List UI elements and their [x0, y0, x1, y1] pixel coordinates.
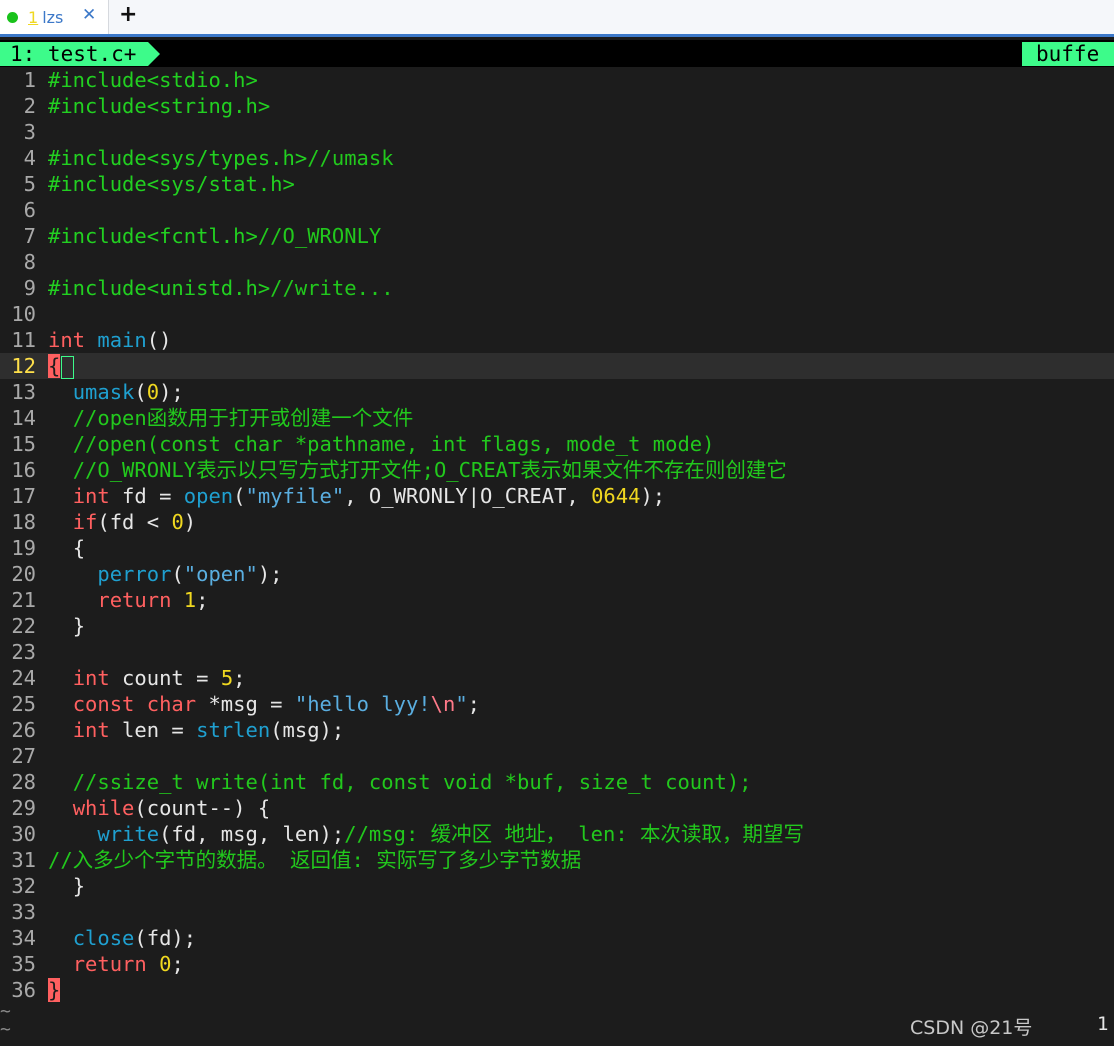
- code-line: 28 //ssize_t write(int fd, const void *b…: [0, 769, 1114, 795]
- line-number: 12: [11, 354, 36, 378]
- vim-tab-test-c[interactable]: 1: test.c+: [0, 42, 161, 66]
- code-line: 27: [0, 743, 1114, 769]
- code-line: 18 if(fd < 0): [0, 509, 1114, 535]
- line-number: 32: [11, 874, 36, 898]
- code-line: 14 //open函数用于打开或创建一个文件: [0, 405, 1114, 431]
- line-number: 13: [11, 380, 36, 404]
- code-line: 25 const char *msg = "hello lyy!\n";: [0, 691, 1114, 717]
- code-line: 8: [0, 249, 1114, 275]
- code-line: 30 write(fd, msg, len);//msg: 缓冲区 地址， le…: [0, 821, 1114, 847]
- line-number: 35: [11, 952, 36, 976]
- connected-status-icon: [7, 11, 18, 23]
- line-number: 21: [11, 588, 36, 612]
- code-line: 15 //open(const char *pathname, int flag…: [0, 431, 1114, 457]
- line-number: 33: [11, 900, 36, 924]
- line-number: 5: [23, 172, 36, 196]
- current-code-line: 12 {: [0, 353, 1114, 379]
- matched-brace: {: [48, 354, 61, 378]
- code-line: 21 return 1;: [0, 587, 1114, 613]
- code-line: 1 #include<stdio.h>: [0, 67, 1114, 93]
- line-number: 23: [11, 640, 36, 664]
- matched-brace: }: [48, 978, 61, 1002]
- line-number: 10: [11, 302, 36, 326]
- line-number: 2: [23, 94, 36, 118]
- line-number: 3: [23, 120, 36, 144]
- code-line: 10: [0, 301, 1114, 327]
- vim-tabline: 1: test.c+ buffe: [0, 40, 1114, 67]
- line-number: 18: [11, 510, 36, 534]
- line-number: 24: [11, 666, 36, 690]
- line-number: 30: [11, 822, 36, 846]
- code-line: 4 #include<sys/types.h>//umask: [0, 145, 1114, 171]
- add-tab-icon[interactable]: +: [119, 2, 137, 27]
- code-line: 23: [0, 639, 1114, 665]
- line-number: 11: [11, 328, 36, 352]
- line-number: 34: [11, 926, 36, 950]
- code-line: 9 #include<unistd.h>//write...: [0, 275, 1114, 301]
- code-line: 11 int main(): [0, 327, 1114, 353]
- line-number: 9: [23, 276, 36, 300]
- line-number: 27: [11, 744, 36, 768]
- line-number: 28: [11, 770, 36, 794]
- code-editor[interactable]: 1 #include<stdio.h> 2 #include<string.h> 3…: [0, 67, 1114, 1039]
- code-line: 13 umask(0);: [0, 379, 1114, 405]
- line-number: 17: [11, 484, 36, 508]
- line-number: 6: [23, 198, 36, 222]
- line-number: 14: [11, 406, 36, 430]
- terminal-tab-bar: 1 lzs ✕ +: [0, 0, 1114, 37]
- line-number: 19: [11, 536, 36, 560]
- code-line: 34 close(fd);: [0, 925, 1114, 951]
- code-line: 20 perror("open");: [0, 561, 1114, 587]
- code-line: 36}: [0, 977, 1114, 1003]
- code-line: 19 {: [0, 535, 1114, 561]
- code-line: 17 int fd = open("myfile", O_WRONLY|O_CR…: [0, 483, 1114, 509]
- line-number: 29: [11, 796, 36, 820]
- line-number: 8: [23, 250, 36, 274]
- line-number: 22: [11, 614, 36, 638]
- code-line: 31//入多少个字节的数据。 返回值: 实际写了多少字节数据: [0, 847, 1114, 873]
- code-line: 29 while(count--) {: [0, 795, 1114, 821]
- code-line: 32 }: [0, 873, 1114, 899]
- code-line: 5 #include<sys/stat.h>: [0, 171, 1114, 197]
- line-number: 15: [11, 432, 36, 456]
- ruler-indicator: 1: [1097, 1013, 1109, 1035]
- line-number: 26: [11, 718, 36, 742]
- line-number: 1: [23, 68, 36, 92]
- line-number: 4: [23, 146, 36, 170]
- line-number: 25: [11, 692, 36, 716]
- tab-label: 1 lzs: [28, 7, 64, 27]
- vim-buffer-indicator: buffe: [1022, 42, 1114, 66]
- close-tab-icon[interactable]: ✕: [82, 5, 96, 25]
- code-line: 3: [0, 119, 1114, 145]
- text-cursor: [61, 355, 75, 379]
- code-line: 26 int len = strlen(msg);: [0, 717, 1114, 743]
- code-line: 7 #include<fcntl.h>//O_WRONLY: [0, 223, 1114, 249]
- line-number: 16: [11, 458, 36, 482]
- line-number: 7: [23, 224, 36, 248]
- code-line: 33: [0, 899, 1114, 925]
- code-line: 6: [0, 197, 1114, 223]
- code-line: 2 #include<string.h>: [0, 93, 1114, 119]
- line-number: 20: [11, 562, 36, 586]
- terminal-tab-lzs[interactable]: 1 lzs ✕: [0, 0, 109, 34]
- code-line: 16 //O_WRONLY表示以只写方式打开文件;O_CREAT表示如果文件不存…: [0, 457, 1114, 483]
- line-number: 31: [11, 848, 36, 872]
- line-number: 36: [11, 978, 36, 1002]
- watermark: CSDN @21号: [910, 1017, 1033, 1039]
- code-line: 22 }: [0, 613, 1114, 639]
- code-line: 24 int count = 5;: [0, 665, 1114, 691]
- code-line: 35 return 0;: [0, 951, 1114, 977]
